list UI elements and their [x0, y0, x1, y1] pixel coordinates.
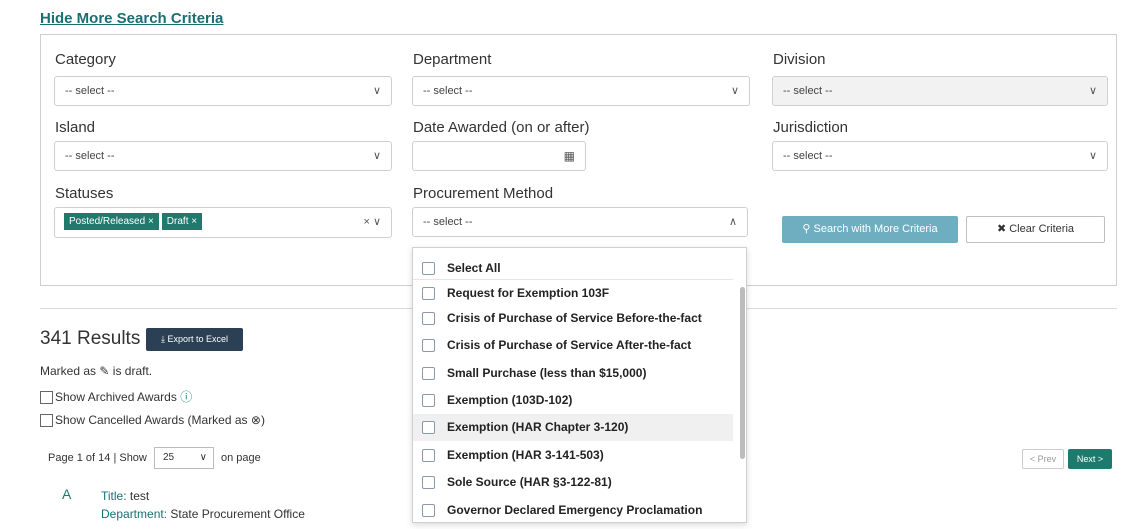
dropdown-option[interactable]: Sole Source (HAR §3-122-81): [413, 469, 733, 496]
info-icon[interactable]: ⓘ: [180, 390, 192, 404]
show-archived-awards[interactable]: Show Archived Awards ⓘ: [40, 388, 192, 405]
status-tag[interactable]: Draft ×: [161, 213, 203, 230]
statuses-select[interactable]: Posted/Released × Draft × × ∨: [54, 207, 392, 238]
jurisdiction-select[interactable]: -- select -- ∨: [772, 141, 1108, 171]
division-value: -- select --: [783, 85, 833, 97]
chevron-up-icon: ∧: [728, 216, 737, 228]
checkbox[interactable]: [422, 421, 435, 434]
department-value: -- select --: [423, 85, 473, 97]
island-label: Island: [55, 119, 96, 136]
dropdown-option[interactable]: Exemption (103D-102): [413, 387, 733, 414]
chevron-down-icon: ∨: [372, 150, 381, 162]
island-select[interactable]: -- select -- ∨: [54, 141, 392, 171]
date-awarded-label: Date Awarded (on or after): [413, 119, 590, 136]
dropdown-option[interactable]: Crisis of Purchase of Service Before-the…: [413, 305, 733, 332]
chevron-down-icon: ∨: [1088, 150, 1097, 162]
department-select[interactable]: -- select -- ∨: [412, 76, 750, 106]
date-awarded-input[interactable]: ▦: [412, 141, 586, 171]
page-size-select[interactable]: 25 ∨: [153, 447, 214, 469]
checkbox[interactable]: [422, 394, 435, 407]
checkbox[interactable]: [422, 339, 435, 352]
cancel-circle-icon: ⊗: [250, 413, 261, 427]
chevron-down-icon: ∨: [1088, 85, 1097, 97]
checkbox[interactable]: [422, 287, 435, 300]
checkbox[interactable]: [422, 312, 435, 325]
search-icon: ⚲: [802, 223, 811, 235]
division-select[interactable]: -- select -- ∨: [772, 76, 1108, 106]
clear-and-chevron-icon[interactable]: × ∨: [363, 215, 381, 228]
hide-more-criteria-link[interactable]: Hide More Search Criteria: [40, 10, 223, 27]
dropdown-option[interactable]: Small Purchase (less than $15,000): [413, 360, 733, 387]
procurement-method-dropdown[interactable]: Select All Request for Exemption 103F Cr…: [412, 247, 747, 523]
clear-criteria-button[interactable]: ✖ Clear Criteria: [966, 216, 1105, 243]
results-count: 341 Results: [40, 328, 141, 349]
checkbox[interactable]: [422, 504, 435, 517]
archived-checkbox[interactable]: [40, 391, 53, 405]
cancelled-checkbox[interactable]: [40, 414, 53, 428]
pager: Page 1 of 14 | Show 25 ∨ on page: [48, 447, 261, 469]
procurement-method-select[interactable]: -- select -- ∧: [412, 207, 748, 237]
dropdown-option[interactable]: Exemption (HAR 3-141-503): [413, 442, 733, 469]
category-value: -- select --: [65, 85, 115, 97]
division-label: Division: [773, 51, 826, 68]
draft-legend: Marked as ✎ is draft.: [40, 364, 153, 378]
checkbox[interactable]: [422, 449, 435, 462]
show-cancelled-awards[interactable]: Show Cancelled Awards (Marked as ⊗): [40, 413, 265, 428]
export-to-excel-button[interactable]: ⤓ Export to Excel: [146, 328, 243, 351]
department-label: Department: [413, 51, 492, 68]
download-icon: ⤓: [160, 334, 165, 344]
jurisdiction-value: -- select --: [783, 150, 833, 162]
dropdown-option[interactable]: Request for Exemption 103F: [413, 279, 733, 306]
dropdown-option[interactable]: Governor Declared Emergency Proclamation: [413, 497, 733, 522]
checkbox[interactable]: [422, 367, 435, 380]
next-button[interactable]: Next >: [1068, 449, 1112, 469]
edit-icon: ✎: [99, 364, 110, 378]
dropdown-option-select-all[interactable]: Select All: [413, 255, 733, 282]
avatar: A: [62, 486, 72, 502]
chevron-down-icon: ∨: [199, 452, 207, 463]
checkbox[interactable]: [422, 476, 435, 489]
calendar-icon[interactable]: ▦: [564, 142, 575, 170]
prev-button[interactable]: < Prev: [1022, 449, 1064, 469]
jurisdiction-label: Jurisdiction: [773, 119, 849, 136]
record-title[interactable]: Title: test: [101, 489, 149, 503]
island-value: -- select --: [65, 150, 115, 162]
record-department: Department: State Procurement Office: [101, 507, 305, 521]
procurement-method-label: Procurement Method: [413, 185, 554, 202]
statuses-label: Statuses: [55, 185, 114, 202]
chevron-down-icon: ∨: [730, 85, 739, 97]
dropdown-scrollbar[interactable]: [740, 287, 745, 459]
close-icon: ✖: [996, 223, 1007, 235]
procurement-method-value: -- select --: [423, 216, 473, 228]
search-with-more-criteria-button[interactable]: ⚲ Search with More Criteria: [782, 216, 958, 243]
category-label: Category: [55, 51, 116, 68]
checkbox[interactable]: [422, 262, 435, 275]
dropdown-option[interactable]: Crisis of Purchase of Service After-the-…: [413, 332, 733, 359]
chevron-down-icon: ∨: [372, 85, 381, 97]
status-tag[interactable]: Posted/Released ×: [64, 213, 159, 230]
category-select[interactable]: -- select -- ∨: [54, 76, 392, 106]
dropdown-option[interactable]: Exemption (HAR Chapter 3-120): [413, 414, 733, 441]
